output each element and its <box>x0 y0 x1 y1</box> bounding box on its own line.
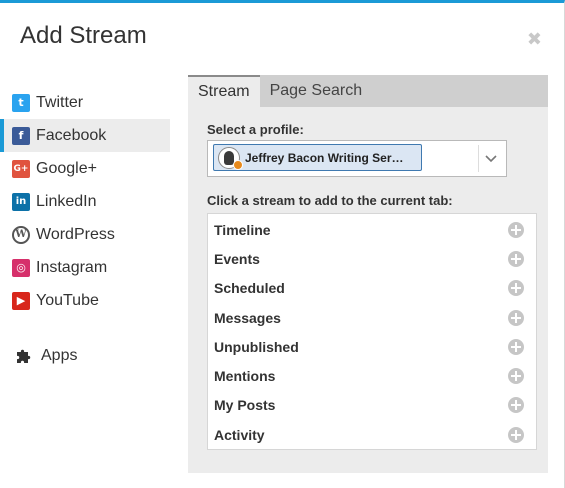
stream-row-scheduled[interactable]: Scheduled <box>208 274 536 303</box>
profile-avatar <box>218 146 243 170</box>
sidebar-item-wordpress[interactable]: W WordPress <box>0 218 170 251</box>
tab-page-search[interactable]: Page Search <box>260 75 373 107</box>
sidebar-item-label: Instagram <box>36 258 108 276</box>
selected-profile-chip[interactable]: Jeffrey Bacon Writing Ser… <box>213 144 422 171</box>
add-stream-dialog: Add Stream ✖ t Twitter f Facebook G+ Goo… <box>0 0 565 488</box>
puzzle-piece-icon <box>17 349 31 363</box>
stream-row-mentions[interactable]: Mentions <box>208 361 536 390</box>
network-sidebar: t Twitter f Facebook G+ Google+ in Linke… <box>0 86 170 372</box>
stream-row-events[interactable]: Events <box>208 244 536 273</box>
profile-label: Select a profile: <box>207 122 304 137</box>
profile-select[interactable]: Jeffrey Bacon Writing Ser… <box>207 140 507 177</box>
sidebar-item-twitter[interactable]: t Twitter <box>0 86 170 119</box>
stream-row-unpublished[interactable]: Unpublished <box>208 332 536 361</box>
close-icon[interactable]: ✖ <box>527 29 542 50</box>
selected-profile-name: Jeffrey Bacon Writing Ser… <box>245 150 404 165</box>
tab-stream[interactable]: Stream <box>188 75 260 107</box>
sidebar-item-label: Twitter <box>36 93 84 111</box>
sidebar-item-label: Apps <box>41 346 78 364</box>
stream-label: Scheduled <box>214 280 285 297</box>
stream-label: My Posts <box>214 397 276 414</box>
add-circle-icon[interactable] <box>508 397 524 414</box>
twitter-icon: t <box>12 93 30 112</box>
stream-row-my-posts[interactable]: My Posts <box>208 391 536 420</box>
youtube-icon: ▶ <box>12 291 30 310</box>
sidebar-item-facebook[interactable]: f Facebook <box>0 119 170 152</box>
sidebar-item-label: Google+ <box>36 159 97 177</box>
stream-label: Activity <box>214 426 265 443</box>
tab-bar: Stream Page Search <box>188 75 548 107</box>
stream-label: Events <box>214 250 260 267</box>
streams-label: Click a stream to add to the current tab… <box>207 193 453 208</box>
stream-label: Messages <box>214 309 281 326</box>
stream-label: Timeline <box>214 221 271 238</box>
sidebar-item-label: Facebook <box>36 126 107 144</box>
add-circle-icon[interactable] <box>508 309 524 326</box>
add-circle-icon[interactable] <box>508 368 524 385</box>
sidebar-item-linkedin[interactable]: in LinkedIn <box>0 185 170 218</box>
stream-row-activity[interactable]: Activity <box>208 420 536 449</box>
sidebar-item-label: YouTube <box>36 291 99 309</box>
add-circle-icon[interactable] <box>508 221 524 238</box>
sidebar-item-youtube[interactable]: ▶ YouTube <box>0 284 170 317</box>
add-circle-icon[interactable] <box>508 338 524 355</box>
linkedin-icon: in <box>12 192 30 211</box>
add-circle-icon[interactable] <box>508 250 524 267</box>
dialog-title: Add Stream <box>20 22 147 49</box>
stream-panel: Stream Page Search Select a profile: Jef… <box>188 75 548 473</box>
sidebar-item-label: WordPress <box>36 225 115 243</box>
facebook-icon: f <box>12 126 30 145</box>
instagram-icon: ◎ <box>12 258 30 277</box>
google-plus-icon: G+ <box>12 159 30 178</box>
stream-label: Unpublished <box>214 338 299 355</box>
sidebar-item-apps[interactable]: Apps <box>0 339 170 372</box>
sidebar-item-label: LinkedIn <box>36 192 97 210</box>
stream-list: Timeline Events Scheduled Messages Unpub… <box>207 213 537 450</box>
add-circle-icon[interactable] <box>508 426 524 443</box>
stream-row-timeline[interactable]: Timeline <box>208 215 536 244</box>
wordpress-icon: W <box>12 225 30 244</box>
stream-label: Mentions <box>214 368 276 385</box>
sidebar-item-instagram[interactable]: ◎ Instagram <box>0 251 170 284</box>
add-circle-icon[interactable] <box>508 280 524 297</box>
stream-row-messages[interactable]: Messages <box>208 303 536 332</box>
sidebar-item-google-plus[interactable]: G+ Google+ <box>0 152 170 185</box>
chevron-down-icon[interactable] <box>478 145 502 172</box>
